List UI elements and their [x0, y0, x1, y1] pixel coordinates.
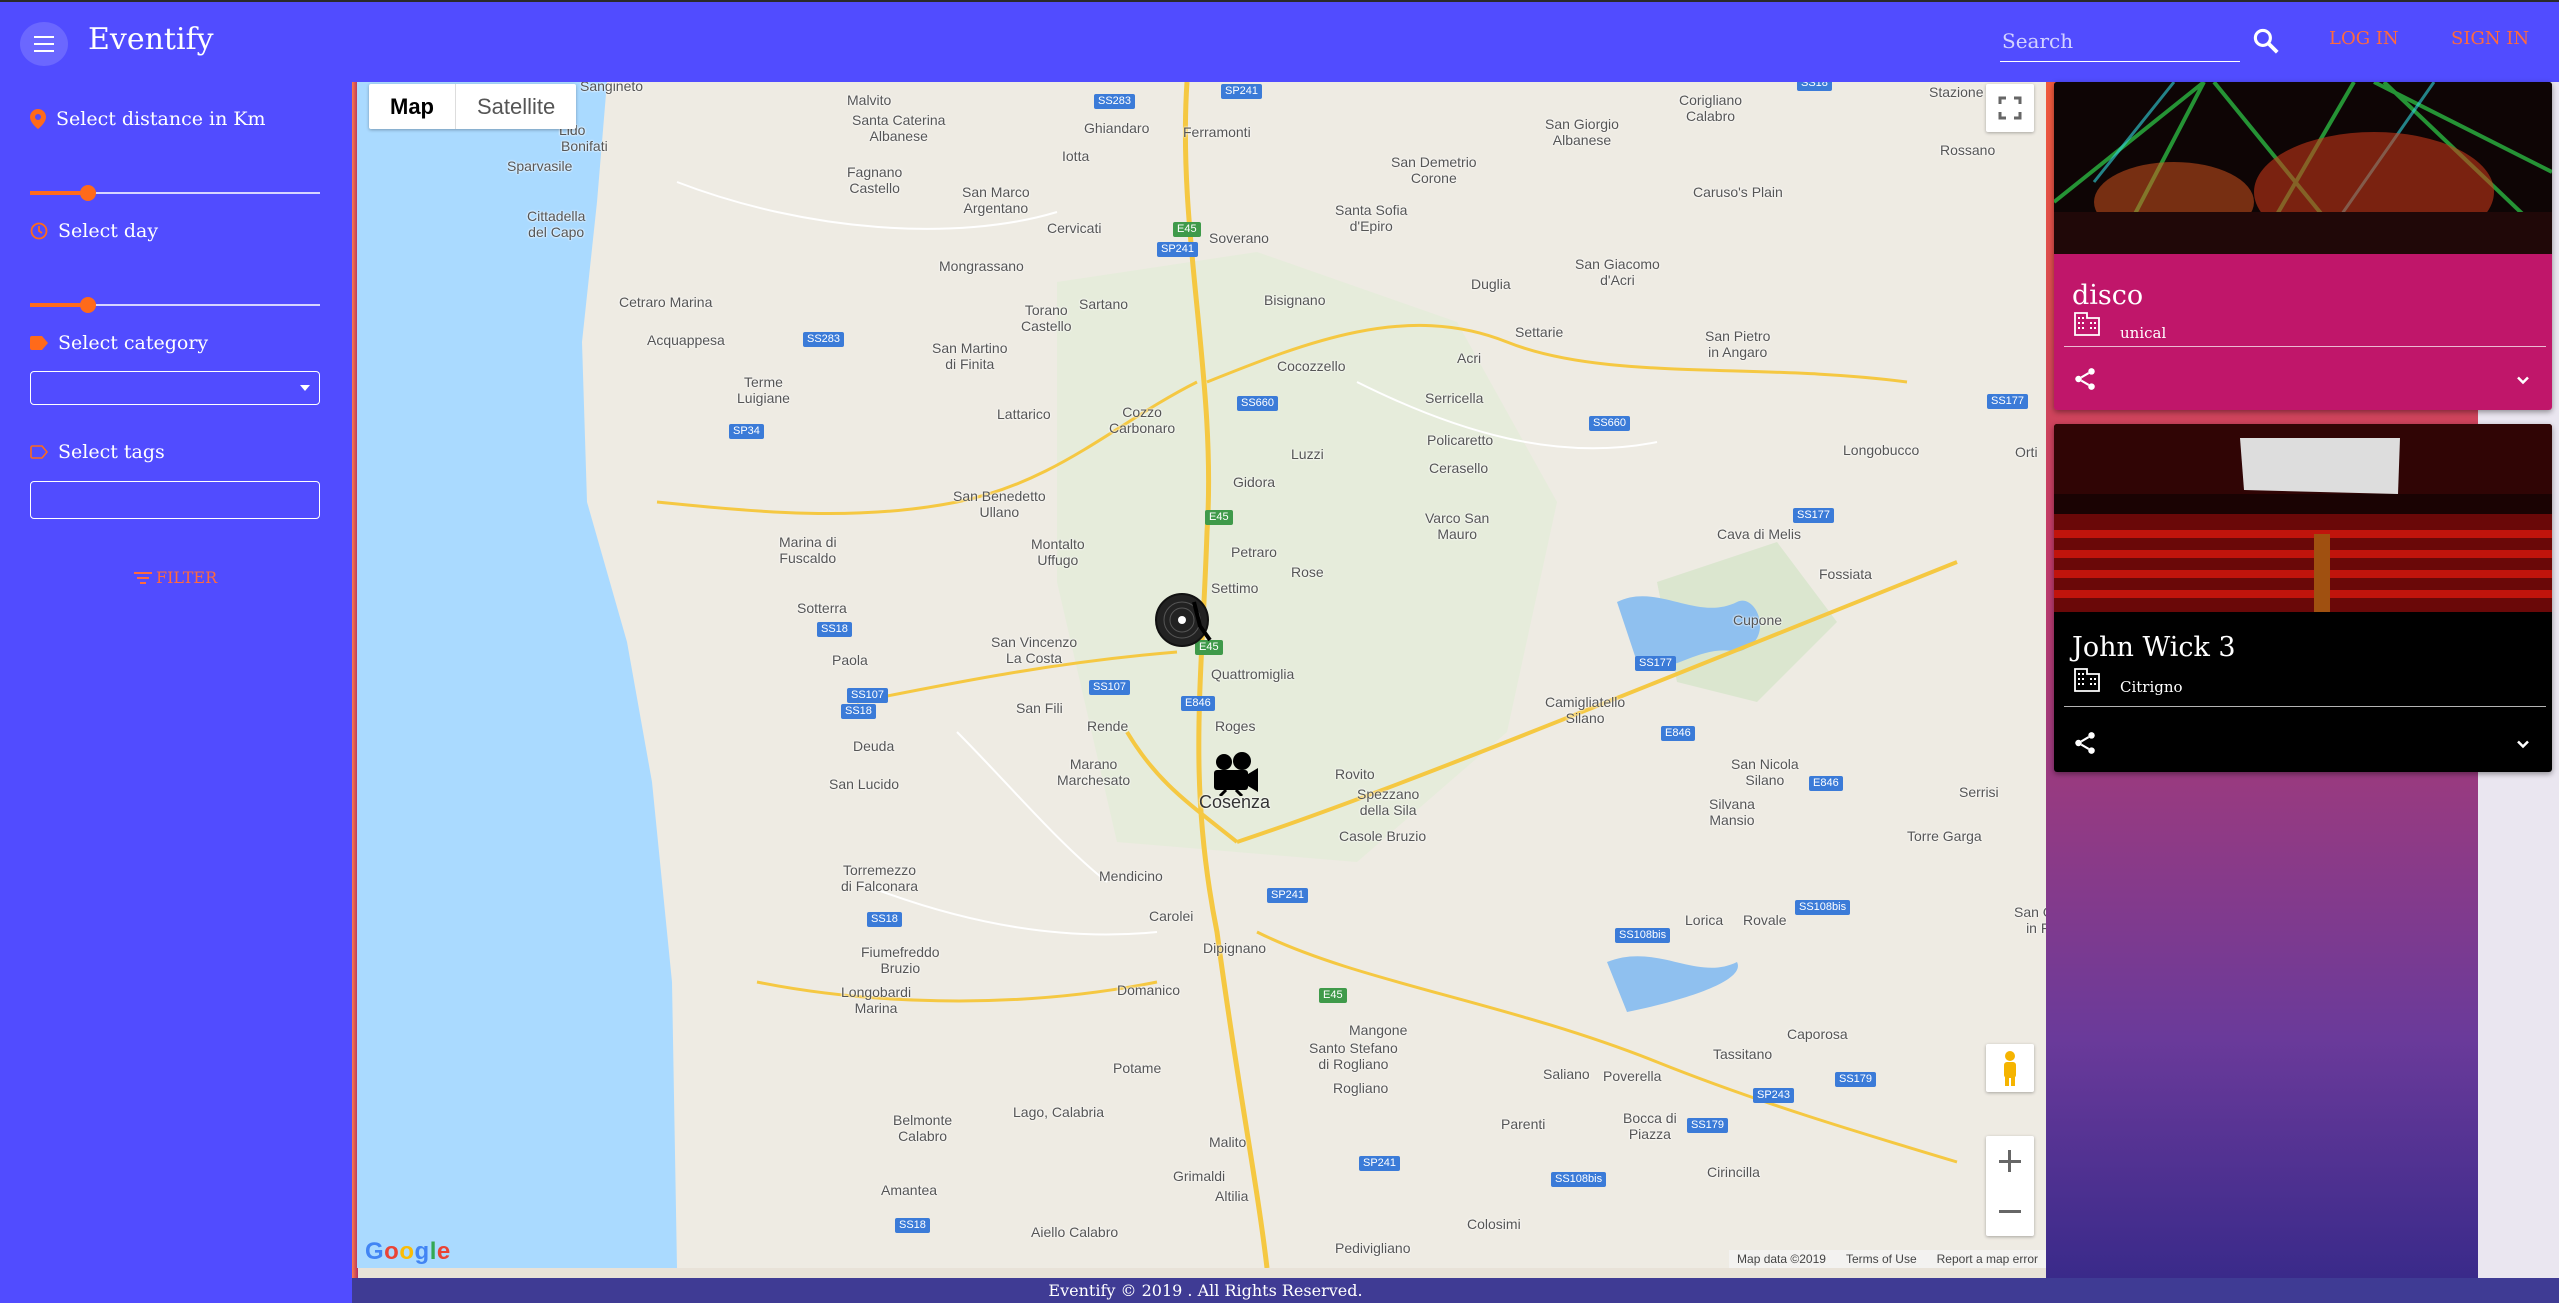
google-logo-text: Google [365, 1238, 451, 1265]
google-logo: Google [365, 1238, 451, 1266]
event-title: John Wick 3 [2072, 632, 2236, 663]
distance-slider[interactable] [30, 182, 320, 204]
disco-marker-icon[interactable] [1154, 592, 1218, 652]
tags-label: Select tags [58, 441, 165, 463]
event-card[interactable]: John Wick 3 Citrigno [2054, 424, 2552, 772]
street-view-button[interactable] [1986, 1044, 2034, 1092]
day-label: Select day [58, 220, 159, 242]
terms-link[interactable]: Terms of Use [1846, 1252, 1917, 1266]
filter-sidebar: Select distance in Km Select day Select … [0, 82, 352, 1303]
map-type-control: Map Satellite [369, 84, 577, 129]
pegman-icon [2004, 1051, 2016, 1086]
day-label-row: Select day [30, 220, 158, 242]
category-label: Select category [58, 332, 209, 354]
login-link[interactable]: LOG IN [2329, 28, 2399, 49]
building-icon [2074, 312, 2100, 336]
category-select[interactable] [30, 371, 320, 405]
map[interactable]: Sangineto Malvito Santa Caterina Albanese… [357, 82, 2046, 1268]
share-icon[interactable] [2072, 730, 2098, 756]
signin-link[interactable]: SIGN IN [2451, 28, 2529, 49]
app-title: Eventify [88, 22, 214, 57]
map-attribution: Map data ©2019 Terms of Use Report a map… [1729, 1250, 2046, 1268]
menu-button[interactable] [20, 22, 68, 66]
card-divider [2064, 346, 2546, 347]
event-location: unical [2120, 324, 2167, 342]
filter-button[interactable]: FILTER [134, 568, 217, 587]
expand-chevron-icon[interactable] [2512, 734, 2534, 754]
distance-label-row: Select distance in Km [30, 108, 266, 130]
map-data-credit: Map data ©2019 [1737, 1252, 1826, 1266]
search-icon[interactable] [2251, 26, 2281, 56]
day-slider-thumb[interactable] [80, 297, 96, 313]
event-location: Citrigno [2120, 678, 2183, 696]
expand-chevron-icon[interactable] [2512, 370, 2534, 390]
zoom-out-button[interactable] [1986, 1186, 2034, 1236]
label-outline-icon [30, 445, 48, 459]
building-icon [2074, 668, 2100, 692]
share-icon[interactable] [2072, 366, 2098, 392]
search-field[interactable] [2000, 24, 2240, 62]
cinema-card-body: John Wick 3 Citrigno [2054, 612, 2552, 772]
distance-label: Select distance in Km [56, 108, 266, 130]
tags-label-row: Select tags [30, 441, 165, 463]
search-input[interactable] [2000, 24, 2240, 58]
filter-icon [134, 571, 152, 584]
event-title: disco [2072, 280, 2144, 311]
clock-icon [30, 222, 48, 240]
disco-card-body: disco unical [2054, 254, 2552, 410]
label-icon [30, 336, 48, 350]
location-pin-icon [30, 109, 46, 129]
event-card[interactable]: disco unical [2054, 82, 2552, 410]
day-slider[interactable] [30, 294, 320, 316]
zoom-control [1986, 1136, 2034, 1236]
report-map-error-link[interactable]: Report a map error [1937, 1252, 2038, 1266]
map-type-map-button[interactable]: Map [369, 84, 456, 129]
disco-image [2054, 82, 2552, 254]
app-bar: Eventify LOG IN SIGN IN [0, 0, 2559, 82]
menu-icon [34, 36, 54, 38]
chevron-down-icon [300, 385, 310, 391]
fullscreen-icon [1998, 96, 2022, 120]
map-type-satellite-button[interactable]: Satellite [456, 84, 576, 129]
cinema-image [2054, 424, 2552, 612]
zoom-in-button[interactable] [1986, 1136, 2034, 1186]
cinema-marker-icon[interactable] [1212, 752, 1260, 796]
tags-input[interactable] [30, 481, 320, 519]
card-divider [2064, 706, 2546, 707]
fullscreen-button[interactable] [1986, 84, 2034, 132]
distance-slider-thumb[interactable] [80, 185, 96, 201]
category-label-row: Select category [30, 332, 208, 354]
footer: Eventify © 2019 . All Rights Reserved. [352, 1278, 2559, 1303]
filter-label: FILTER [156, 568, 218, 587]
